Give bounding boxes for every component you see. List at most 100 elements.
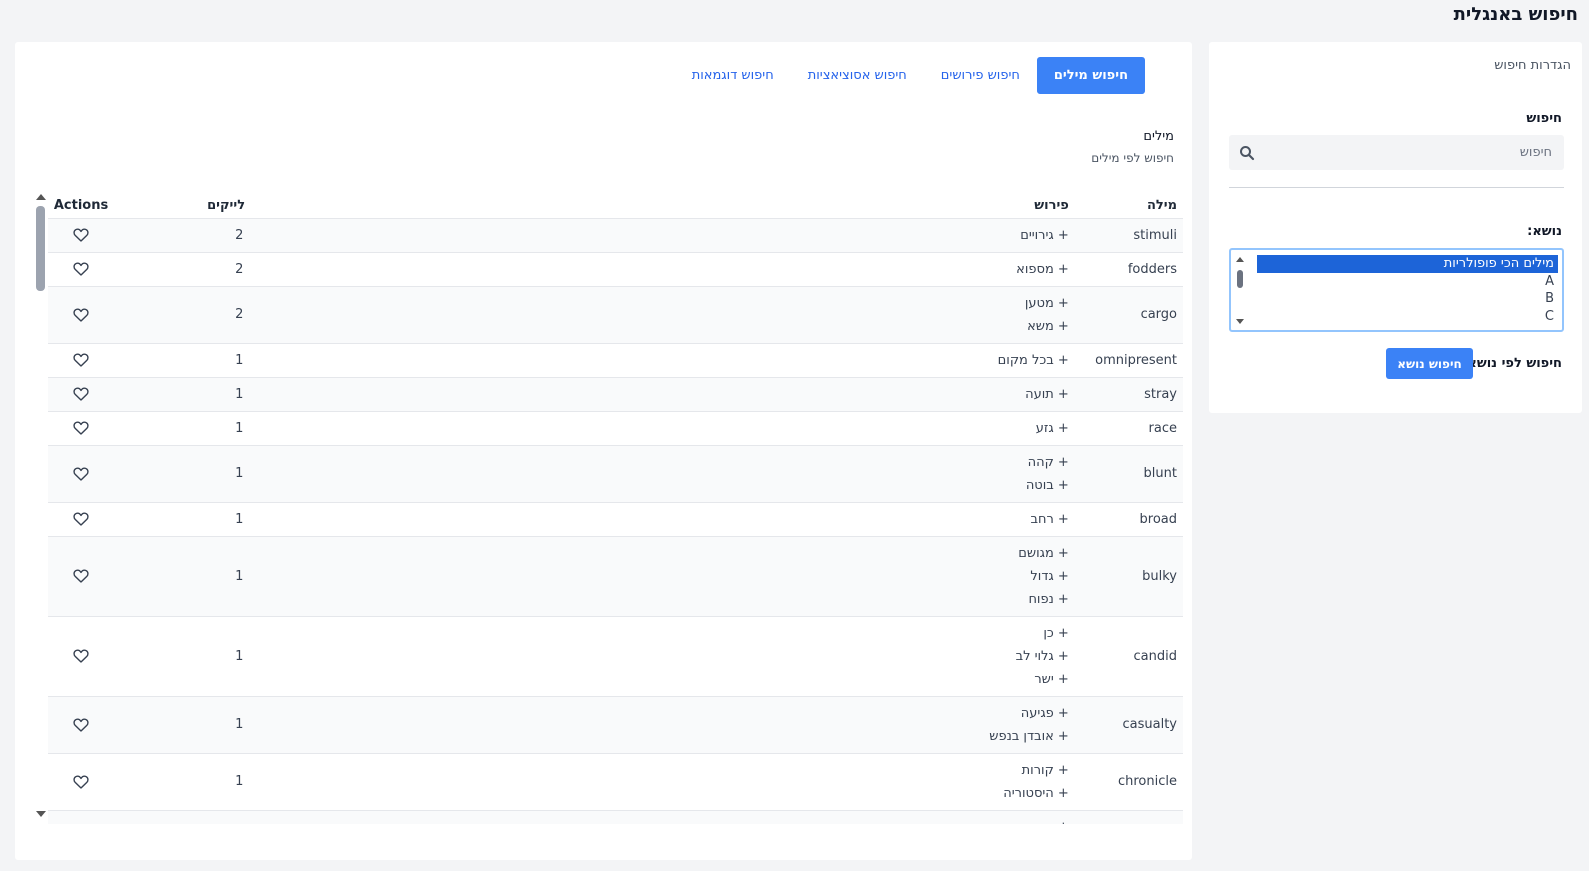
heart-icon[interactable]	[73, 228, 89, 242]
meaning-item[interactable]: + מספוא	[254, 258, 1069, 281]
topic-option[interactable]: מילים הכי פופולריות	[1257, 255, 1558, 273]
meaning-cell: + מגושם + גדול + נפוח	[254, 536, 1072, 617]
table-row: race + גזע 1	[48, 411, 1183, 446]
meaning-item[interactable]: + קורות	[254, 759, 1069, 782]
heart-icon[interactable]	[73, 387, 89, 401]
likes-cell: 1	[114, 536, 255, 617]
search-icon[interactable]	[1239, 145, 1255, 161]
topic-scrollbar[interactable]	[1233, 252, 1247, 328]
meaning-item[interactable]: + ישר	[254, 668, 1068, 691]
word-cell: omnipresent	[1071, 343, 1183, 378]
table-scrollbar[interactable]	[34, 191, 48, 821]
heart-icon[interactable]	[73, 569, 89, 583]
word-text: bulky	[1142, 568, 1177, 584]
heart-icon[interactable]	[73, 262, 89, 276]
heart-icon[interactable]	[73, 421, 89, 435]
meaning-item[interactable]: + גירויים	[254, 224, 1069, 247]
word-text: broad	[1139, 511, 1177, 527]
scroll-down-icon[interactable]	[1236, 319, 1244, 324]
meaning-item[interactable]: + גס	[254, 816, 1069, 825]
topic-select[interactable]: מילים הכי פופולריות A B C	[1229, 248, 1564, 332]
meaning-item[interactable]: + מגושם	[254, 542, 1069, 565]
table-row: bulky + מגושם + גדול + נפוח 1	[48, 536, 1183, 617]
actions-cell	[48, 343, 115, 378]
meaning-item[interactable]: + גלוי לב	[254, 645, 1069, 668]
table-row: casualty + פגיעה + אובדן בנפש 1	[48, 696, 1183, 754]
actions-cell	[48, 445, 115, 503]
likes-cell: 1	[114, 445, 255, 503]
meaning-item[interactable]: + קהה	[254, 451, 1069, 474]
meaning-cell: + גזע	[254, 411, 1072, 446]
page-title: חיפוש באנגלית	[1453, 4, 1578, 25]
meaning-item[interactable]: + גדול	[254, 565, 1068, 588]
likes-cell: 1	[114, 616, 255, 697]
heart-icon[interactable]	[73, 774, 89, 789]
tab-1[interactable]: חיפוש פירושים	[924, 57, 1037, 94]
search-label: חיפוש	[1526, 111, 1562, 126]
meaning-item[interactable]: + רחב	[254, 508, 1068, 531]
meaning-item[interactable]: + תועה	[254, 383, 1069, 406]
meaning-cell: + פגיעה + אובדן בנפש	[254, 696, 1072, 754]
scroll-up-icon[interactable]	[36, 194, 46, 200]
search-input[interactable]	[1274, 135, 1564, 170]
heart-icon[interactable]	[73, 512, 89, 526]
word-cell: casualty	[1071, 696, 1183, 754]
scroll-thumb[interactable]	[36, 206, 45, 291]
heart-icon[interactable]	[73, 466, 89, 481]
topic-search-label: חיפוש לפי נושא	[1467, 356, 1562, 371]
topic-option[interactable]: C	[1257, 308, 1558, 326]
likes-cell: 2	[114, 286, 255, 344]
word-cell: stimuli	[1071, 218, 1183, 253]
meaning-item[interactable]: + בכל מקום	[254, 349, 1069, 372]
word-text: blunt	[1143, 466, 1177, 481]
scroll-up-icon[interactable]	[1236, 257, 1244, 262]
table-row: cargo + מטען + משא 2	[48, 286, 1183, 344]
word-text: candid	[1133, 648, 1177, 664]
header-likes: לייקים	[114, 191, 255, 219]
meaning-item[interactable]: + פגיעה	[254, 702, 1069, 725]
meaning-item[interactable]: + אובדן בנפש	[254, 725, 1069, 748]
table-row: candid + כן + גלוי לב + ישר 1	[48, 616, 1183, 697]
word-text: chronicle	[1117, 774, 1177, 789]
meaning-item[interactable]: + גזע	[254, 417, 1069, 440]
table-row: blunt + קהה + בוטה 1	[48, 445, 1183, 503]
meaning-item[interactable]: + כן	[254, 622, 1068, 645]
settings-title: הגדרות חיפוש	[1494, 58, 1571, 73]
table-row: stray + תועה 1	[48, 377, 1183, 412]
heart-icon[interactable]	[73, 307, 89, 322]
topic-search-button[interactable]: חיפוש נושא	[1386, 348, 1473, 379]
header-likes-label: לייקים	[207, 197, 246, 213]
meaning-item[interactable]: + נפוח	[254, 588, 1068, 611]
tab-0[interactable]: חיפוש מילים	[1036, 57, 1145, 94]
words-table: מילה פירוש לייקים Actions stimuli + גירוי…	[48, 191, 1183, 824]
scroll-down-icon[interactable]	[36, 811, 46, 817]
word-text: fodders	[1127, 261, 1177, 277]
scroll-thumb[interactable]	[1237, 270, 1243, 288]
word-text: stimuli	[1133, 227, 1177, 243]
topic-option[interactable]: A	[1257, 273, 1558, 291]
topic-options: מילים הכי פופולריות A B C	[1257, 255, 1558, 325]
actions-cell	[48, 218, 115, 253]
meaning-item[interactable]: + היסטוריה	[254, 782, 1069, 805]
tab-3[interactable]: חיפוש דוגמאות	[675, 57, 791, 94]
tab-2[interactable]: חיפוש אסוציאציות	[791, 57, 924, 94]
actions-cell	[48, 753, 115, 811]
table-row: broad + רחב 1	[48, 502, 1183, 537]
heart-icon[interactable]	[73, 353, 89, 367]
meaning-cell: + תועה	[254, 377, 1072, 412]
actions-cell	[48, 536, 115, 617]
meaning-cell: + בכל מקום	[254, 343, 1072, 378]
actions-cell	[48, 810, 115, 824]
heart-icon[interactable]	[73, 649, 89, 663]
meaning-item[interactable]: + משא	[254, 315, 1069, 338]
likes-cell: 1	[114, 502, 255, 537]
meaning-item[interactable]: + מטען	[254, 292, 1069, 315]
likes-cell: 1	[114, 343, 255, 378]
word-cell: candid	[1071, 616, 1183, 697]
meaning-item[interactable]: + בוטה	[254, 474, 1069, 497]
heart-icon[interactable]	[73, 717, 89, 732]
section-subtitle: חיפוש לפי מילים	[1091, 151, 1174, 165]
likes-cell: 2	[114, 252, 255, 287]
topic-option[interactable]: B	[1257, 290, 1558, 308]
actions-cell	[48, 286, 115, 344]
